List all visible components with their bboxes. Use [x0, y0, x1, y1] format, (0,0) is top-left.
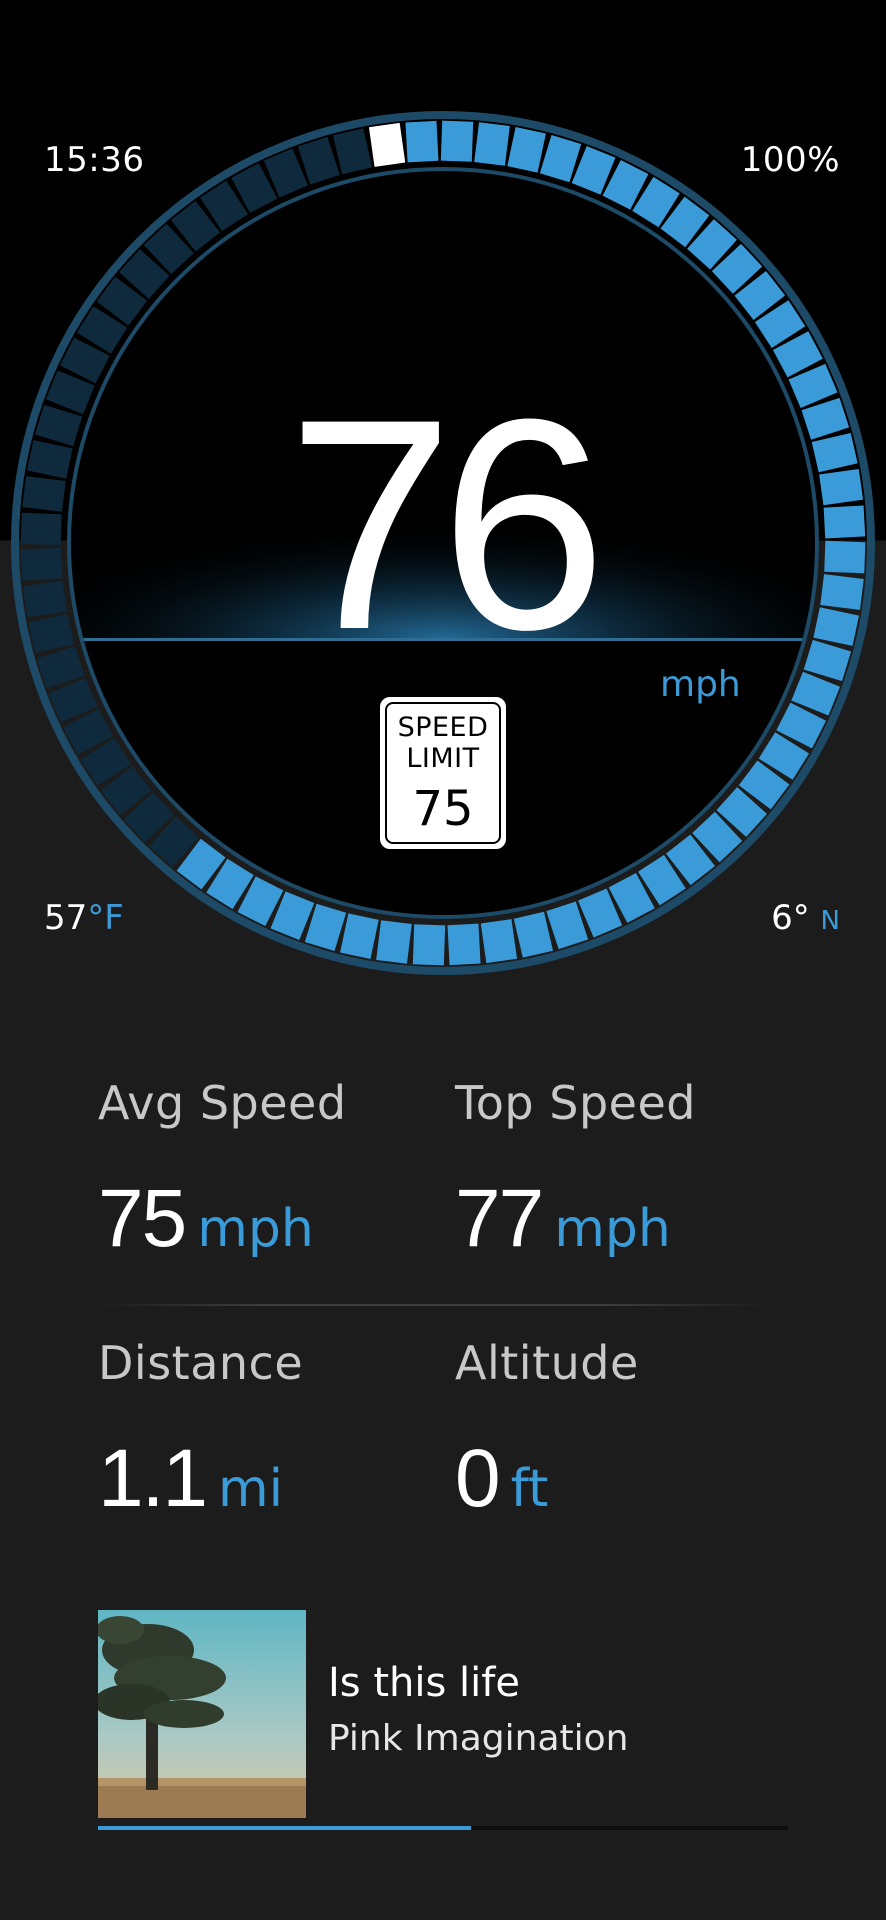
- avg-speed-unit: mph: [197, 1199, 314, 1259]
- avg-speed-label: Avg Speed: [98, 1076, 347, 1130]
- gauge-segment-active: [819, 468, 864, 506]
- top-speed-label: Top Speed: [455, 1076, 696, 1130]
- altitude-unit: ft: [510, 1459, 549, 1519]
- avg-speed-number: 75: [98, 1173, 187, 1264]
- gauge-segment-active: [824, 540, 866, 574]
- altitude-number: 0: [455, 1433, 501, 1524]
- altitude-value: 0 ft: [455, 1432, 548, 1526]
- gauge-segment-active: [813, 607, 859, 646]
- gauge-segment-inactive: [332, 128, 373, 175]
- gauge-segment-active: [823, 505, 866, 539]
- gauge-segment-active: [447, 923, 481, 966]
- speed-limit-value: 75: [412, 781, 474, 837]
- gauge-segment-active: [820, 574, 864, 610]
- top-speed-unit: mph: [554, 1199, 671, 1259]
- top-speed-number: 77: [455, 1173, 544, 1264]
- gauge-segment-active: [440, 120, 474, 162]
- gauge-segment-inactive: [22, 476, 66, 512]
- stats-divider: [98, 1304, 772, 1306]
- heading-degrees: 6°: [771, 898, 810, 938]
- playback-progress[interactable]: [98, 1826, 788, 1830]
- playback-progress-fill: [98, 1826, 471, 1830]
- speed-limit-line2: LIMIT: [406, 743, 480, 774]
- speed-unit: mph: [660, 664, 741, 705]
- temperature-unit: °F: [87, 898, 124, 938]
- distance-label: Distance: [98, 1336, 304, 1390]
- gauge-segment-active: [811, 432, 858, 473]
- temperature: 57°F: [44, 898, 124, 938]
- current-speed: 76: [287, 356, 607, 692]
- speed-limit-sign: SPEED LIMIT 75: [380, 697, 506, 849]
- top-speed-value: 77 mph: [455, 1172, 671, 1266]
- distance-value: 1.1 mi: [98, 1432, 283, 1526]
- distance-number: 1.1: [98, 1433, 208, 1524]
- gauge-segment-active: [513, 911, 554, 958]
- compass-heading: 6° N: [771, 898, 840, 938]
- gauge-segment-inactive: [20, 547, 63, 581]
- gauge-segment-active: [376, 920, 412, 964]
- altitude-label: Altitude: [455, 1336, 639, 1390]
- gauge-segment-inactive: [27, 440, 73, 479]
- gauge-segment-active: [340, 913, 379, 959]
- gauge-segment-inactive: [22, 580, 67, 618]
- track-title: Is this life: [328, 1660, 520, 1706]
- gauge-speed-marker: [368, 122, 406, 167]
- gauge-segment-active: [412, 924, 446, 966]
- avg-speed-value: 75 mph: [98, 1172, 314, 1266]
- heading-direction: N: [820, 906, 840, 936]
- gauge-segment-inactive: [20, 512, 62, 546]
- distance-unit: mi: [218, 1459, 284, 1519]
- speed-limit-line1: SPEED: [397, 712, 489, 743]
- gauge-segment-active: [507, 127, 546, 173]
- gauge-segment-inactive: [28, 613, 75, 654]
- gauge-segment-active: [474, 122, 510, 166]
- temperature-value: 57: [44, 898, 88, 938]
- album-art[interactable]: [98, 1610, 306, 1818]
- gauge-segment-active: [480, 919, 518, 964]
- track-artist: Pink Imagination: [328, 1718, 629, 1759]
- gauge-segment-active: [405, 120, 439, 163]
